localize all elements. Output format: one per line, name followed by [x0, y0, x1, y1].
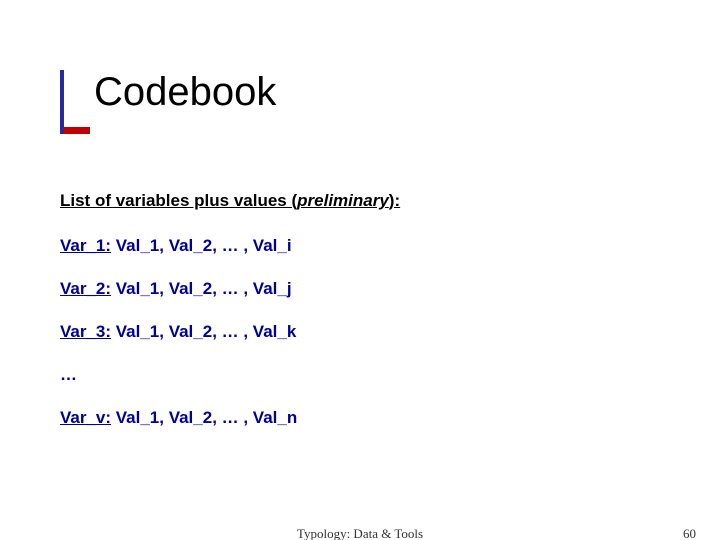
- var-label: Var_v:: [60, 408, 111, 427]
- var-values: Val_1, Val_2, … , Val_i: [111, 236, 292, 255]
- variable-row: Var_v: Val_1, Val_2, … , Val_n: [60, 407, 660, 430]
- variable-row: Var_3: Val_1, Val_2, … , Val_k: [60, 321, 660, 344]
- variable-row: Var_2: Val_1, Val_2, … , Val_j: [60, 278, 660, 301]
- footer-center-text: Typology: Data & Tools: [0, 526, 720, 540]
- subhead-prefix: List of variables plus values (: [60, 191, 297, 210]
- var-values: Val_1, Val_2, … , Val_j: [111, 279, 292, 298]
- title-bar-accent: [60, 70, 64, 134]
- subhead-suffix: ):: [389, 191, 400, 210]
- var-label: Var_3:: [60, 322, 111, 341]
- title-red-accent: [64, 127, 90, 134]
- body-content: List of variables plus values (prelimina…: [60, 190, 660, 450]
- subheading: List of variables plus values (prelimina…: [60, 190, 660, 213]
- var-values: Val_1, Val_2, … , Val_n: [111, 408, 297, 427]
- slide: Codebook List of variables plus values (…: [0, 0, 720, 540]
- title-block: Codebook: [60, 70, 276, 134]
- var-label: Var_2:: [60, 279, 111, 298]
- var-label: Var_1:: [60, 236, 111, 255]
- ellipsis-row: …: [60, 364, 660, 387]
- var-values: Val_1, Val_2, … , Val_k: [111, 322, 296, 341]
- page-number: 60: [683, 526, 696, 540]
- slide-title: Codebook: [94, 70, 276, 134]
- variable-row: Var_1: Val_1, Val_2, … , Val_i: [60, 235, 660, 258]
- subhead-italic: preliminary: [297, 191, 389, 210]
